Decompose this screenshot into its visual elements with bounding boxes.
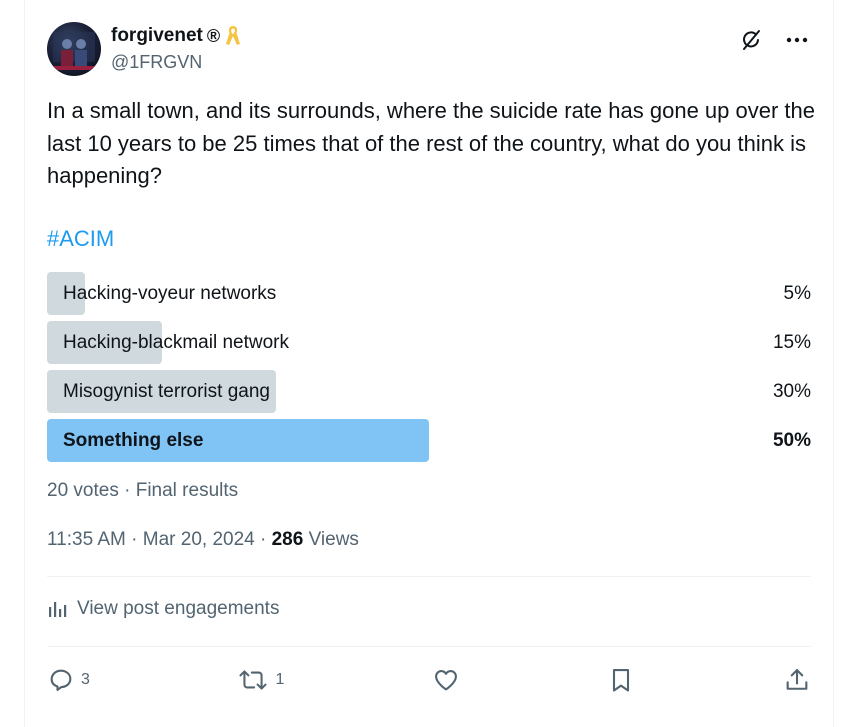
poll: Hacking-voyeur networks 5% Hacking-black… [47, 272, 811, 468]
poll-option: Hacking-voyeur networks 5% [47, 272, 811, 315]
poll-option: Misogynist terrorist gang 30% [47, 370, 811, 413]
like-button[interactable] [432, 666, 460, 694]
divider [47, 646, 811, 647]
repost-button[interactable]: 1 [237, 666, 284, 694]
views-count: 286 [271, 529, 304, 550]
bookmark-icon [613, 669, 630, 692]
grok-icon[interactable] [737, 26, 765, 54]
yellow-ribbon-icon [224, 24, 242, 48]
post-card: forgivenet ® @1FRGVN In a small town, an… [24, 0, 834, 727]
avatar[interactable] [47, 22, 101, 76]
poll-option-label: Something else [63, 430, 204, 451]
poll-results-meta: 20 votes · Final results [47, 480, 239, 501]
more-options-icon[interactable] [783, 26, 811, 54]
poll-option: Something else 50% [47, 419, 811, 462]
poll-option: Hacking-blackmail network 15% [47, 321, 811, 364]
author-name-row[interactable]: forgivenet ® [111, 24, 242, 48]
poll-option-percent: 15% [772, 332, 811, 353]
registered-mark: ® [206, 25, 221, 46]
post-timestamp[interactable]: 11:35 AM · Mar 20, 2024 · [47, 529, 272, 550]
poll-option-percent: 30% [772, 381, 811, 402]
share-button[interactable] [783, 666, 811, 694]
view-engagements-label[interactable]: View post engagements [77, 598, 279, 620]
poll-option-label: Hacking-blackmail network [63, 332, 289, 353]
view-engagements-link[interactable]: View post engagements [47, 598, 279, 620]
post-header: forgivenet ® @1FRGVN [47, 22, 811, 78]
poll-option-label: Misogynist terrorist gang [63, 381, 270, 402]
reply-button[interactable]: 3 [47, 666, 90, 694]
reply-count: 3 [81, 671, 90, 688]
post-timestamp-row: 11:35 AM · Mar 20, 2024 · 286 Views [47, 529, 359, 551]
top-actions [737, 26, 811, 54]
reply-icon [50, 669, 72, 691]
hashtag-link[interactable]: #ACIM [47, 226, 114, 252]
heart-icon [434, 669, 457, 691]
poll-option-percent: 50% [772, 430, 811, 451]
share-icon [786, 669, 808, 690]
post-text: In a small town, and its surrounds, wher… [47, 98, 815, 188]
repost-icon [239, 670, 268, 690]
author-handle[interactable]: @1FRGVN [111, 52, 202, 73]
poll-option-label: Hacking-voyeur networks [63, 283, 277, 304]
author-display-name[interactable]: forgivenet [111, 25, 203, 47]
bookmark-button[interactable] [607, 666, 635, 694]
poll-option-percent: 5% [783, 283, 811, 304]
divider [47, 576, 811, 577]
action-bar: 3 1 [47, 662, 811, 698]
views-label: Views [303, 529, 359, 550]
repost-count: 1 [275, 671, 285, 688]
analytics-icon [49, 602, 67, 617]
